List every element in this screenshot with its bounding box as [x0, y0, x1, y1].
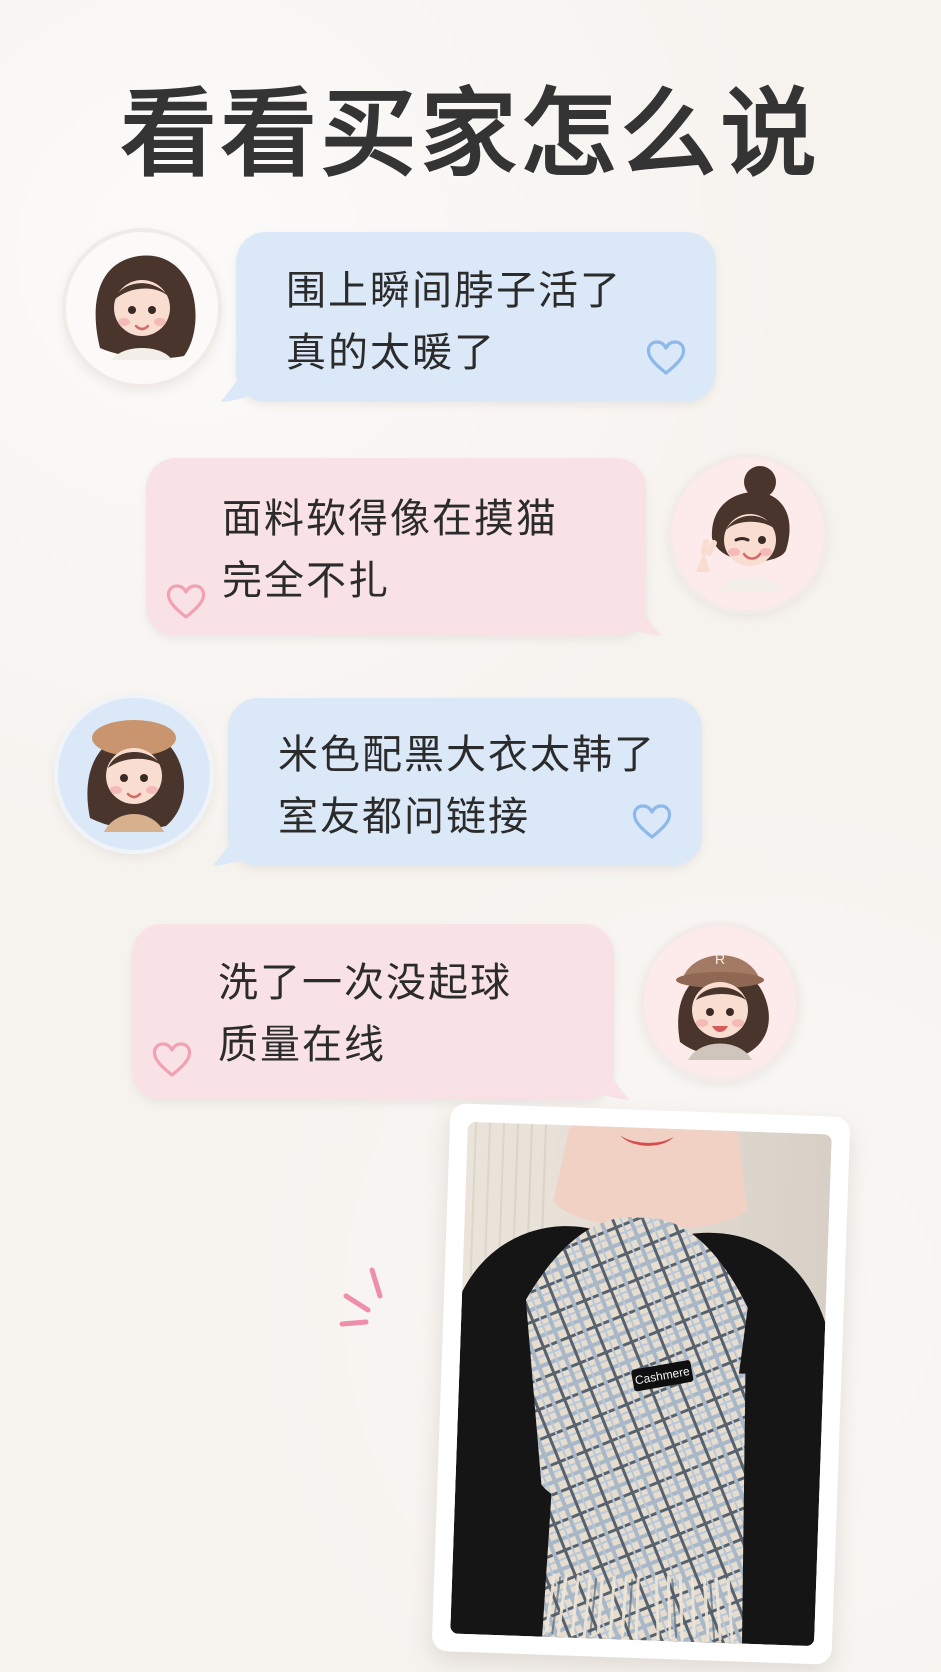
- svg-text:R: R: [715, 951, 725, 967]
- product-photo-card: Cashmere: [431, 1103, 851, 1665]
- page: 看看买家怎么说 围上瞬间脖子活了 真的太暖了 面料软得像在摸猫 完全不扎 米色配…: [0, 0, 941, 1672]
- heart-icon: [152, 1042, 192, 1077]
- heart-icon: [166, 584, 206, 619]
- comment-bubble-1: 围上瞬间脖子活了 真的太暖了: [220, 232, 716, 402]
- comment-text-line: 质量在线: [218, 1022, 386, 1068]
- page-title: 看看买家怎么说: [120, 78, 821, 190]
- comment-text-line: 洗了一次没起球: [218, 960, 512, 1006]
- comment-text-line: 室友都问链接: [278, 794, 530, 840]
- product-photo: Cashmere: [450, 1121, 832, 1647]
- avatar-hair-bun: [668, 454, 828, 614]
- comment-bubble-2: 面料软得像在摸猫 完全不扎: [146, 458, 662, 636]
- comment-bubble-3: 米色配黑大衣太韩了 室友都问链接: [212, 698, 702, 866]
- comment-text-line: 面料软得像在摸猫: [222, 496, 558, 542]
- comment-text-line: 围上瞬间脖子活了: [286, 268, 622, 314]
- avatar-wavy-hair: [62, 228, 222, 388]
- heart-icon: [646, 340, 686, 375]
- avatar-beret-girl: [54, 694, 214, 854]
- avatar-cap-girl: R: [640, 922, 800, 1082]
- sparkle-icon: [339, 1267, 383, 1327]
- comment-text-line: 米色配黑大衣太韩了: [278, 732, 656, 778]
- comment-bubble-4: 洗了一次没起球 质量在线: [132, 924, 630, 1100]
- heart-icon: [632, 804, 672, 839]
- comment-text-line: 真的太暖了: [286, 330, 496, 376]
- comment-text-line: 完全不扎: [222, 558, 390, 604]
